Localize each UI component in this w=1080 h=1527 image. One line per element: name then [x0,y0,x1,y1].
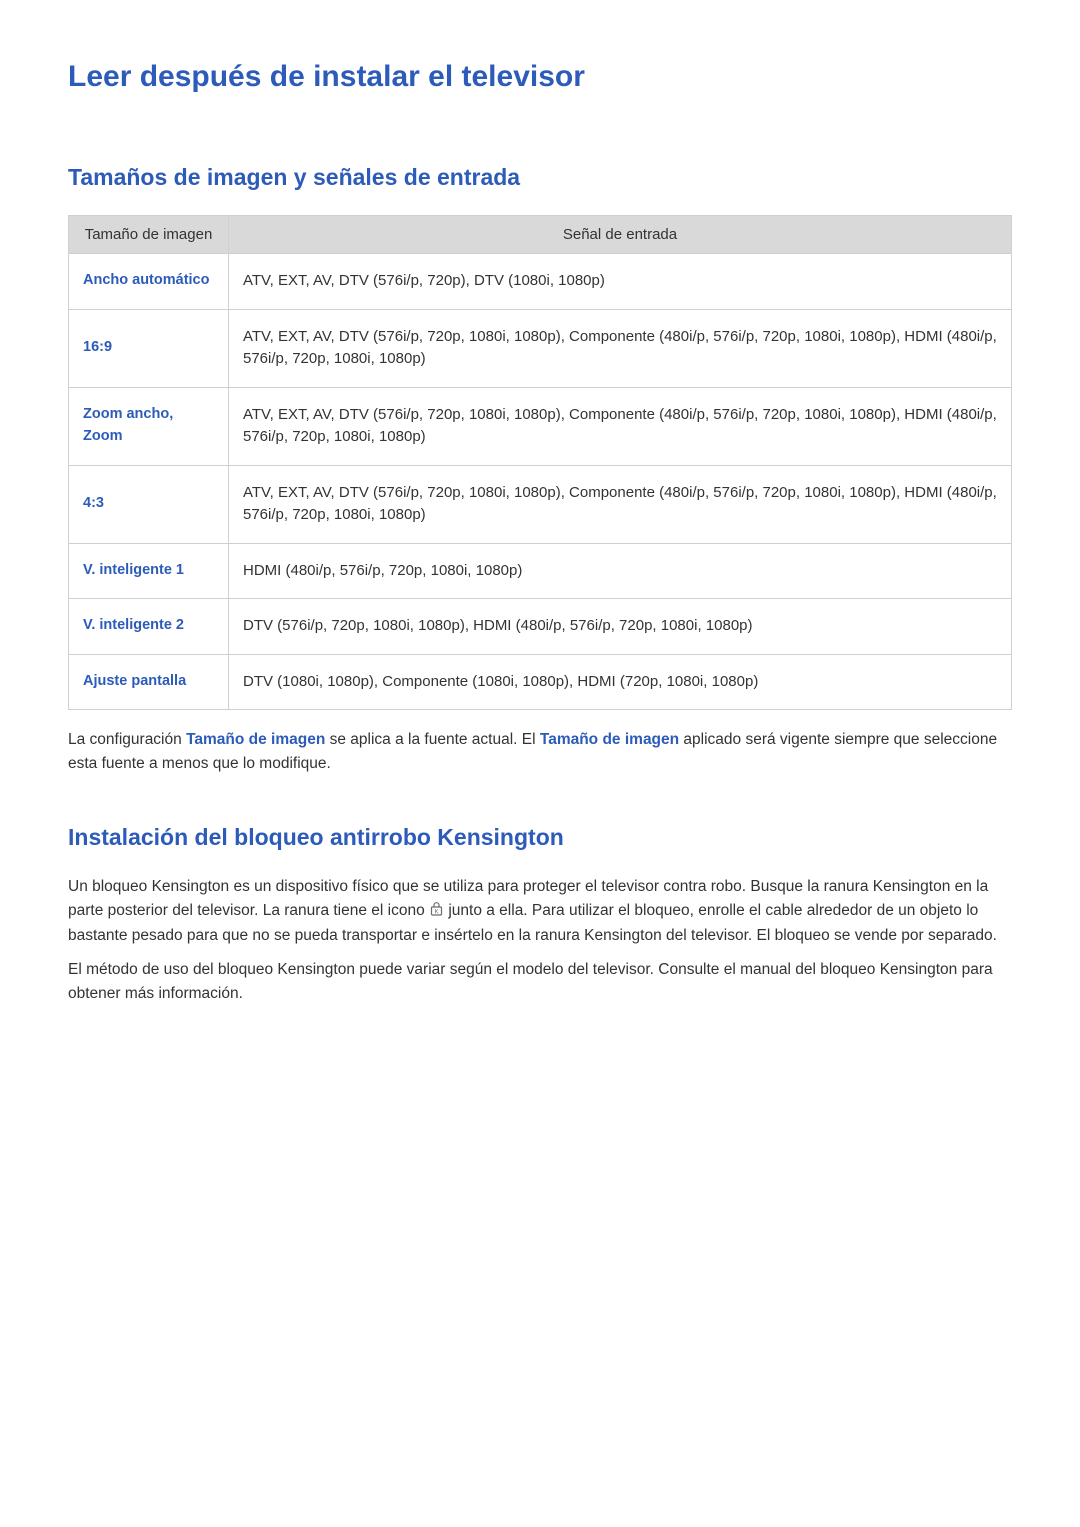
row-label: Ajuste pantalla [69,654,229,710]
note-text-mid: se aplica a la fuente actual. El [325,731,540,748]
kensington-lock-icon: K [430,900,443,924]
table-header-signal: Señal de entrada [229,216,1012,254]
row-value: ATV, EXT, AV, DTV (576i/p, 720p, 1080i, … [229,465,1012,543]
row-value: HDMI (480i/p, 576i/p, 720p, 1080i, 1080p… [229,543,1012,599]
row-value: ATV, EXT, AV, DTV (576i/p, 720p), DTV (1… [229,254,1012,310]
table-row: Zoom ancho, Zoom ATV, EXT, AV, DTV (576i… [69,387,1012,465]
row-label: Ancho automático [69,254,229,310]
svg-text:K: K [435,910,439,916]
table-row: V. inteligente 2 DTV (576i/p, 720p, 1080… [69,599,1012,655]
row-label: 4:3 [69,465,229,543]
row-label: Zoom ancho, Zoom [69,387,229,465]
row-value: ATV, EXT, AV, DTV (576i/p, 720p, 1080i, … [229,387,1012,465]
table-row: 16:9 ATV, EXT, AV, DTV (576i/p, 720p, 10… [69,309,1012,387]
row-label: 16:9 [69,309,229,387]
image-size-note: La configuración Tamaño de imagen se apl… [68,728,1012,776]
row-value: ATV, EXT, AV, DTV (576i/p, 720p, 1080i, … [229,309,1012,387]
table-row: V. inteligente 1 HDMI (480i/p, 576i/p, 7… [69,543,1012,599]
kensington-para1: Un bloqueo Kensington es un dispositivo … [68,875,1012,948]
row-value: DTV (1080i, 1080p), Componente (1080i, 1… [229,654,1012,710]
note-bold-tamano1: Tamaño de imagen [186,731,325,748]
page-title: Leer después de instalar el televisor [68,60,1012,94]
image-size-table: Tamaño de imagen Señal de entrada Ancho … [68,215,1012,710]
table-row: Ancho automático ATV, EXT, AV, DTV (576i… [69,254,1012,310]
section-title-kensington: Instalación del bloqueo antirrobo Kensin… [68,824,1012,851]
kensington-para2: El método de uso del bloqueo Kensington … [68,958,1012,1006]
table-row: Ajuste pantalla DTV (1080i, 1080p), Comp… [69,654,1012,710]
row-label: V. inteligente 1 [69,543,229,599]
row-label: V. inteligente 2 [69,599,229,655]
table-row: 4:3 ATV, EXT, AV, DTV (576i/p, 720p, 108… [69,465,1012,543]
note-text-pre: La configuración [68,731,186,748]
row-value: DTV (576i/p, 720p, 1080i, 1080p), HDMI (… [229,599,1012,655]
table-header-size: Tamaño de imagen [69,216,229,254]
note-bold-tamano2: Tamaño de imagen [540,731,679,748]
section-title-image-sizes: Tamaños de imagen y señales de entrada [68,164,1012,191]
